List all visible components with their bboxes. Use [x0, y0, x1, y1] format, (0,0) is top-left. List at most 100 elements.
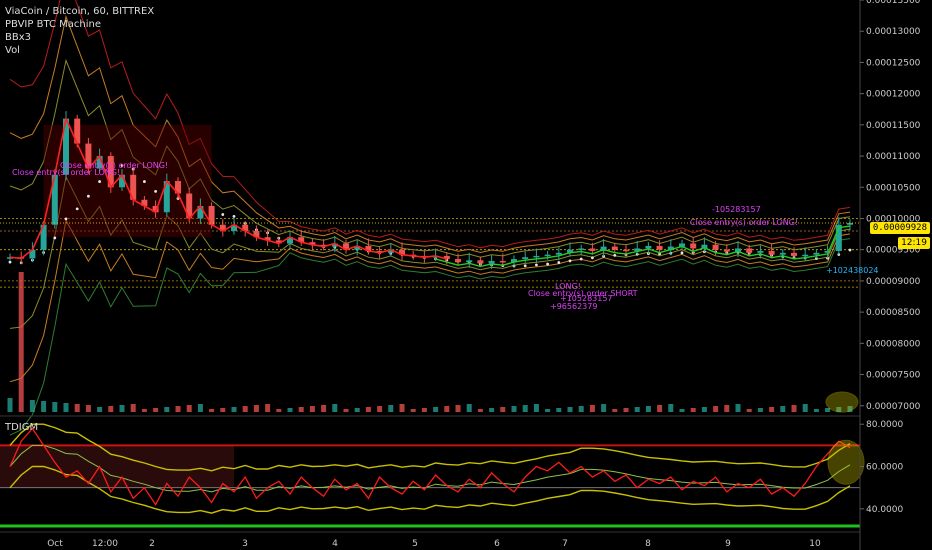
price-tick-label: 0.00007000 [866, 402, 921, 412]
countdown-badge: 12:19 [898, 237, 930, 249]
ma-dot [8, 260, 12, 264]
ind-tick-label: 80.0000 [866, 420, 903, 430]
price-tick-label: 0.00007500 [866, 371, 921, 381]
ma-dot [87, 194, 90, 198]
volume-bar [410, 409, 416, 412]
candle-body [645, 245, 652, 249]
study-name-vol[interactable]: Vol [5, 44, 154, 57]
ind-tick-label: 40.0000 [866, 505, 903, 515]
ma-dot [98, 180, 101, 183]
candle-body [499, 260, 506, 263]
volume-bar [746, 409, 752, 412]
candle-body [813, 252, 820, 255]
volume-bar [85, 405, 91, 412]
candle-body [768, 250, 775, 255]
ma-dot [154, 189, 158, 193]
candle-body [578, 248, 585, 250]
volume-bar [791, 405, 797, 412]
candle-body [533, 255, 540, 258]
volume-bar [724, 405, 730, 412]
trade-annotation: +96562379 [550, 302, 597, 311]
chart-canvas[interactable]: 0.00013500 0.00013000 0.00012500 0.00012000… [0, 0, 932, 550]
volume-bar [321, 405, 327, 412]
volume-bar [18, 272, 24, 412]
ma-dot [53, 236, 57, 240]
candle-body [623, 249, 629, 252]
volume-bar [668, 404, 674, 412]
volume-bar [612, 409, 618, 412]
volume-bar [802, 404, 808, 412]
volume-bar [220, 408, 226, 412]
indicator-title[interactable]: TDIGM [5, 422, 38, 433]
volume-bar [343, 409, 349, 412]
volume-bar [433, 407, 439, 412]
volume-bar [735, 404, 741, 412]
trade-annotation: +102438024 [826, 266, 879, 275]
volume-bar [589, 405, 595, 412]
volume-bar [231, 407, 237, 412]
volume-bar [276, 409, 282, 412]
study-name-bbx3[interactable]: BBx3 [5, 31, 154, 44]
candle-body [791, 252, 797, 256]
volume-bar [97, 407, 103, 412]
volume-bar [780, 406, 786, 412]
volume-bar [242, 406, 248, 412]
volume-bar [399, 404, 405, 412]
volume-bar [657, 405, 663, 412]
volume-bar [477, 409, 483, 412]
volume-bar [701, 407, 707, 412]
price-tick-label: 0.00013500 [866, 0, 921, 6]
price-tick-label: 0.00013000 [866, 27, 921, 37]
time-tick-label: 4 [332, 539, 338, 549]
ind-tick-label: 60.0000 [866, 463, 903, 473]
volume-bar [119, 405, 125, 412]
ma-dot [613, 254, 617, 257]
price-tick-label: 0.00011500 [866, 121, 921, 131]
highlight-circle [827, 439, 865, 485]
candle-body [522, 257, 529, 260]
time-tick-label: 10 [809, 539, 821, 549]
candle-body [466, 260, 473, 263]
price-tick-label: 0.00012000 [866, 90, 921, 100]
volume-bar [141, 409, 147, 412]
volume-bar [556, 408, 562, 412]
volume-bar [63, 403, 69, 412]
ma-dot [591, 256, 594, 260]
time-axis[interactable]: Oct 12:00 2 3 4 5 6 7 8 9 10 [0, 531, 860, 549]
candle-body [802, 254, 809, 257]
tdigm-pane[interactable] [0, 415, 865, 528]
volume-bar [41, 401, 47, 412]
volume-bar [757, 408, 763, 412]
bb-lower-3 [9, 238, 851, 436]
price-tick-label: 0.00011000 [866, 152, 921, 162]
candle-body [589, 248, 596, 251]
price-tick-label: 0.00009000 [866, 277, 921, 287]
volume-bar [511, 406, 517, 412]
volume-bar [253, 405, 259, 412]
study-name[interactable]: PBVIP BTC Machine [5, 18, 154, 31]
volume-bar [164, 407, 170, 412]
volume-bar [713, 406, 719, 412]
trade-annotation: Close entry(s) order LONG! [690, 218, 798, 227]
time-tick-label: 2 [149, 539, 155, 549]
ma-dot [64, 217, 68, 221]
candle-body [477, 260, 484, 264]
price-tick-label: 0.00008500 [866, 308, 921, 318]
trade-annotation: Close entry(s) order LONG! [60, 161, 168, 170]
time-tick-label: 8 [645, 539, 651, 549]
volume-bar [377, 406, 383, 412]
ma-dot [75, 207, 79, 211]
last-price-badge: 0.00009928 [869, 222, 930, 234]
candle-body [757, 250, 764, 253]
volume-bar [489, 408, 495, 412]
volume-bars [7, 272, 859, 413]
indicator-axis[interactable]: 80.0000 60.0000 40.0000 [860, 420, 903, 515]
price-tick-label: 0.00008000 [866, 339, 921, 349]
volume-bar [175, 406, 181, 412]
volume-bar [52, 402, 58, 412]
symbol-title[interactable]: ViaCoin / Bitcoin, 60, BITTREX [5, 5, 154, 18]
volume-bar [500, 407, 506, 412]
candle-body [611, 246, 618, 250]
volume-bar [186, 405, 192, 412]
volume-bar [601, 404, 607, 412]
